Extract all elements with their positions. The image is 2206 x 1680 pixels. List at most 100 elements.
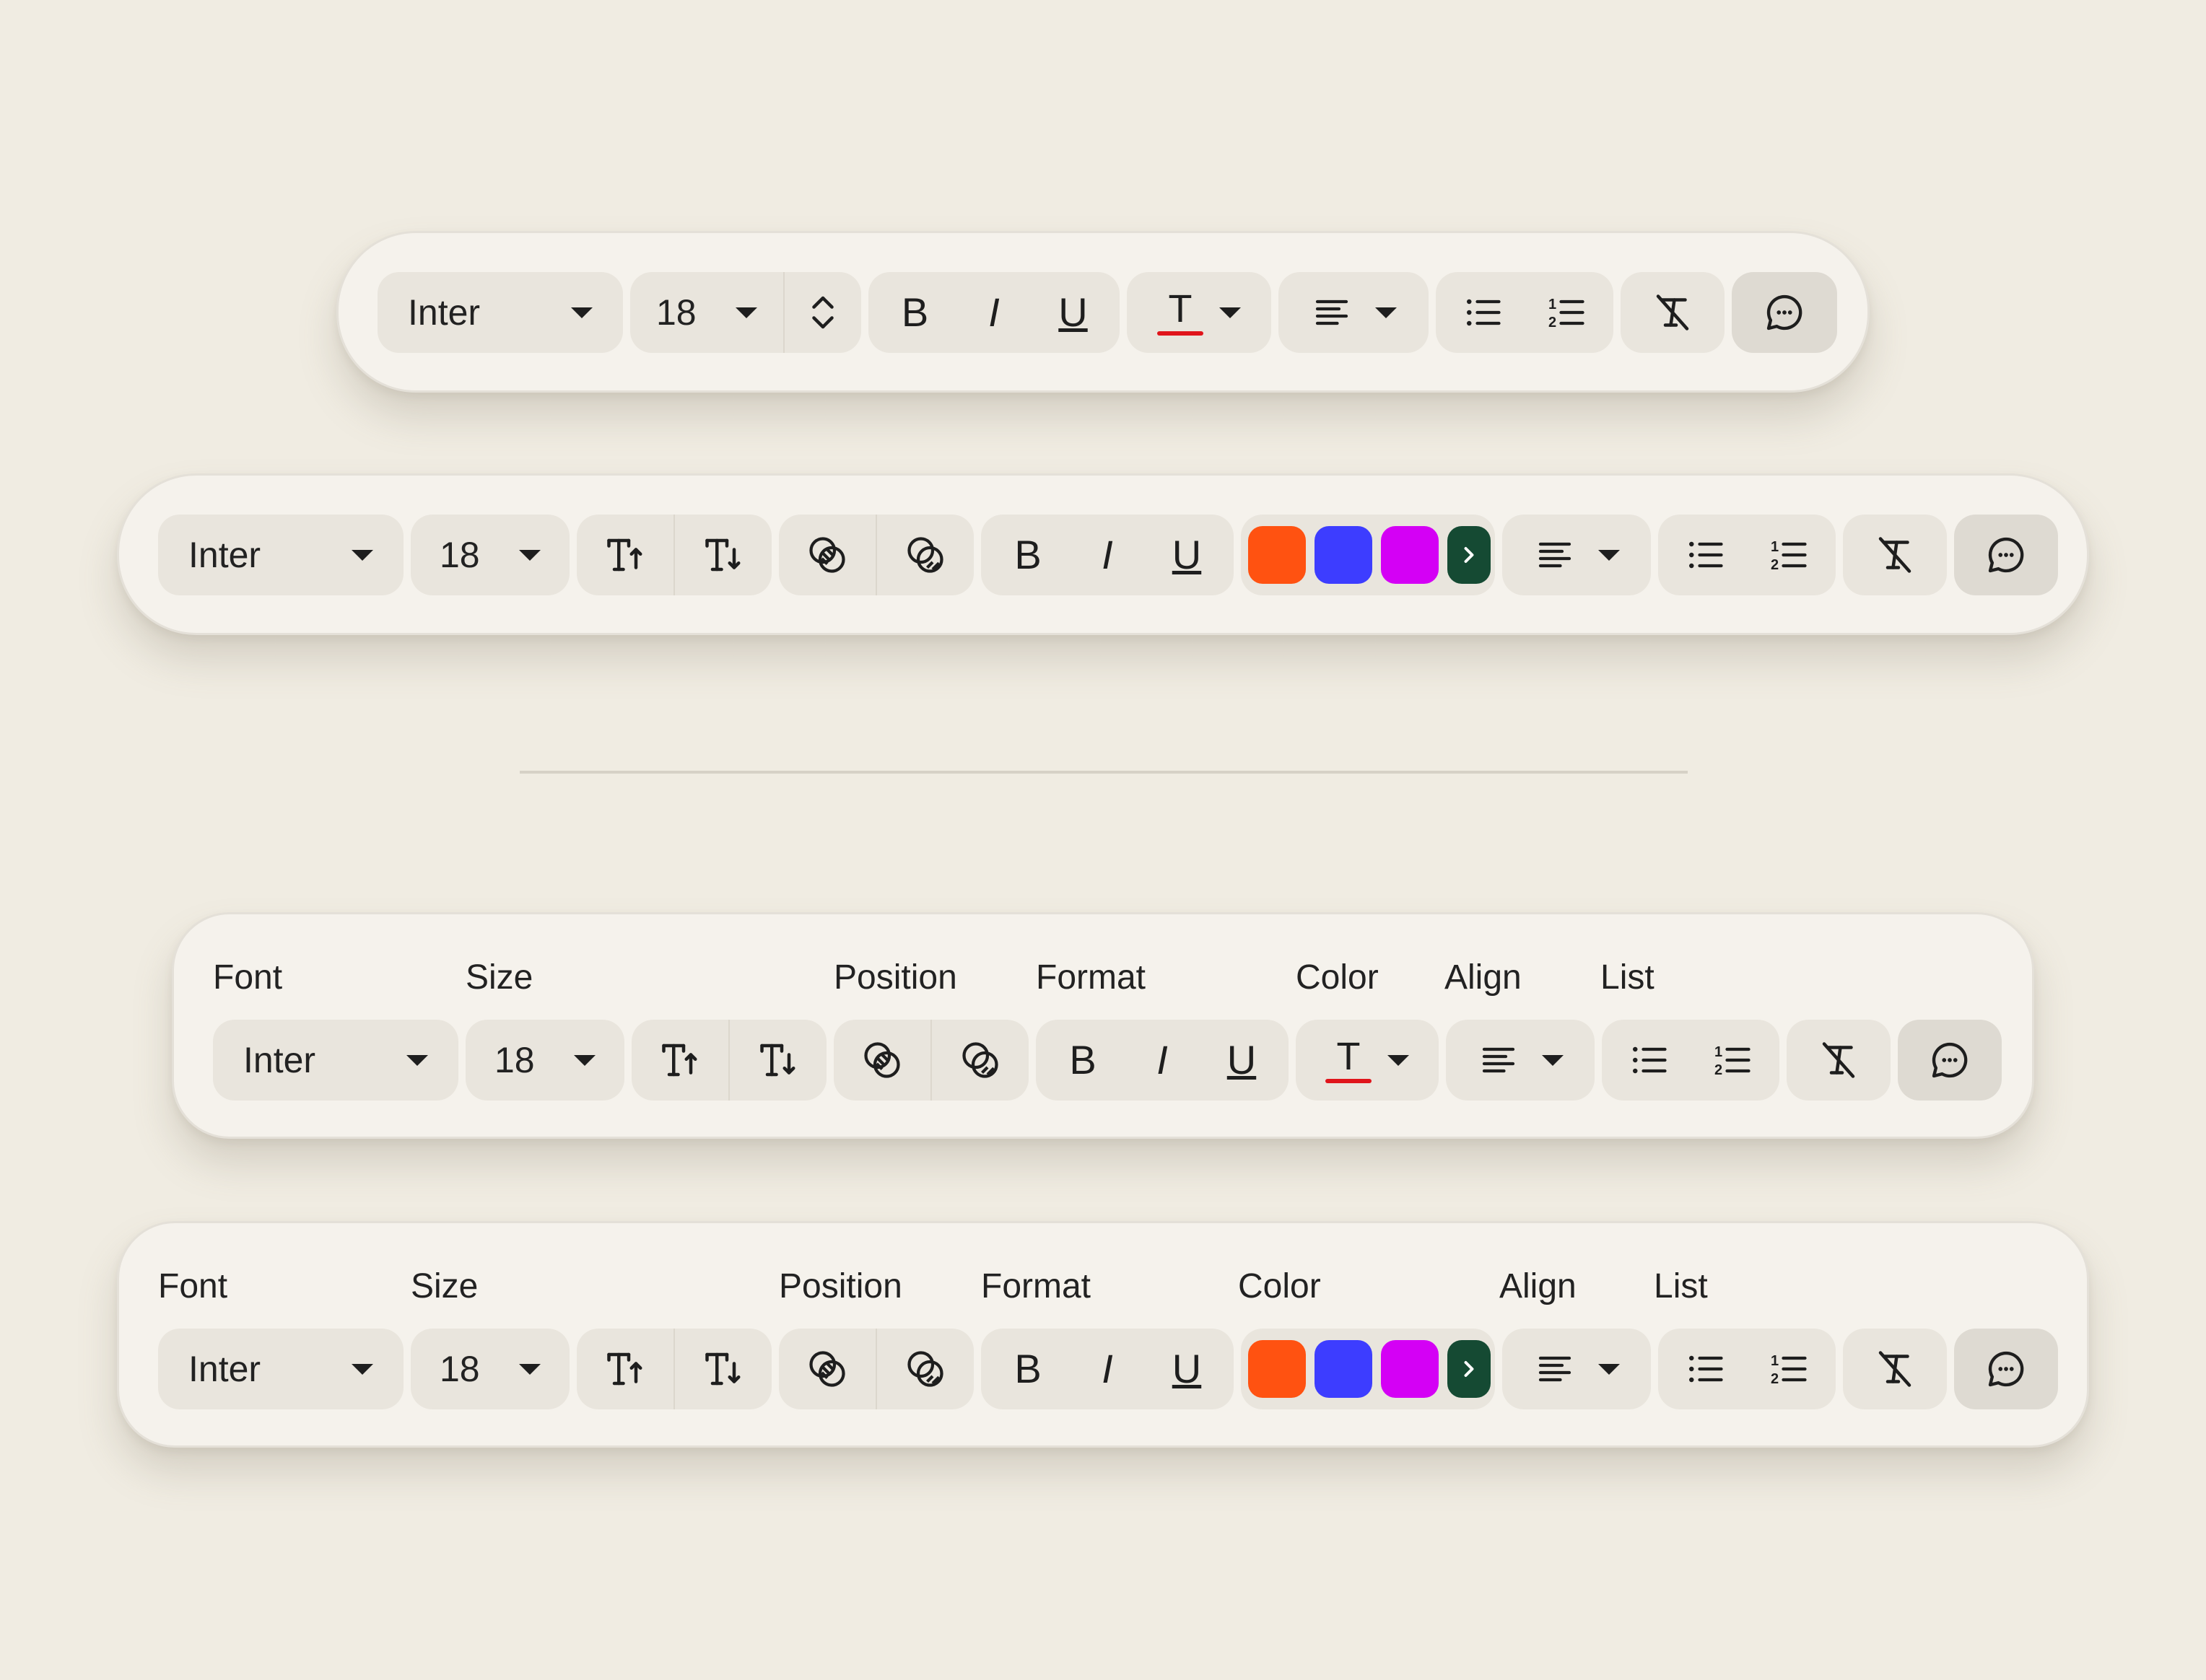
italic-button[interactable]: I: [1075, 1329, 1140, 1409]
comment-button[interactable]: [1954, 515, 2058, 595]
bring-forward-button[interactable]: [779, 515, 876, 595]
send-backward-button[interactable]: [930, 1020, 1029, 1101]
label-color: Color: [1296, 958, 1379, 997]
numbered-list-button[interactable]: [1753, 515, 1825, 595]
font-select[interactable]: Inter: [158, 515, 404, 595]
align-dropdown[interactable]: [1278, 272, 1429, 353]
comment-icon: [1984, 533, 2028, 577]
comment-button[interactable]: [1732, 272, 1837, 353]
label-color: Color: [1238, 1267, 1321, 1305]
italic-button[interactable]: I: [962, 272, 1026, 353]
bullet-list-button[interactable]: [1447, 272, 1519, 353]
more-colors-button[interactable]: [1447, 526, 1491, 584]
clear-format-icon: [1873, 1347, 1917, 1391]
swatch-blue[interactable]: [1315, 526, 1372, 584]
label-list: List: [1600, 958, 1654, 997]
bullet-list-button[interactable]: [1669, 1329, 1741, 1409]
size-select[interactable]: 18: [411, 515, 570, 595]
size-stepper[interactable]: [783, 272, 861, 353]
comment-button[interactable]: [1898, 1020, 2002, 1101]
label-format: Format: [981, 1267, 1091, 1305]
caret-down-icon: [352, 549, 373, 561]
bring-forward-button[interactable]: [834, 1020, 930, 1101]
align-left-icon: [1310, 291, 1353, 334]
send-backward-icon: [904, 1347, 947, 1391]
bullet-list-button[interactable]: [1613, 1020, 1685, 1101]
decrease-size-button[interactable]: [673, 1329, 772, 1409]
bold-button[interactable]: B: [1050, 1020, 1115, 1101]
format-group: B I U: [981, 515, 1234, 595]
size-select[interactable]: 18: [411, 1329, 570, 1409]
send-backward-button[interactable]: [876, 1329, 974, 1409]
swatch-magenta[interactable]: [1381, 1340, 1439, 1398]
comment-button[interactable]: [1954, 1329, 2058, 1409]
bold-button[interactable]: B: [995, 515, 1060, 595]
underline-button[interactable]: U: [1154, 515, 1219, 595]
bullet-list-button[interactable]: [1669, 515, 1741, 595]
swatch-blue[interactable]: [1315, 1340, 1372, 1398]
decrease-size-button[interactable]: [728, 1020, 827, 1101]
send-backward-icon: [904, 533, 947, 577]
font-select[interactable]: Inter: [158, 1329, 404, 1409]
toolbar-labeled-extended: Font Size Position Format Color Align Li…: [117, 1221, 2089, 1448]
list-group: [1658, 1329, 1836, 1409]
underline-button[interactable]: U: [1041, 272, 1106, 353]
swatch-orange[interactable]: [1248, 526, 1306, 584]
numbered-list-button[interactable]: [1696, 1020, 1769, 1101]
font-select-value: Inter: [188, 1349, 261, 1389]
label-size: Size: [411, 1267, 479, 1305]
comment-icon: [1927, 1038, 1972, 1082]
increase-size-button[interactable]: [632, 1020, 728, 1101]
swatch-magenta[interactable]: [1381, 526, 1439, 584]
color-swatch-group: [1241, 1329, 1495, 1409]
align-dropdown[interactable]: [1502, 1329, 1651, 1409]
size-select[interactable]: 18: [630, 272, 783, 353]
text-color-button[interactable]: T: [1296, 1020, 1439, 1101]
font-select[interactable]: Inter: [213, 1020, 458, 1101]
numbered-list-icon: [1767, 1347, 1810, 1391]
toolbar-labeled-compact: Font Size Position Format Color Align Li…: [172, 912, 2034, 1139]
bold-button[interactable]: B: [883, 272, 948, 353]
underline-button[interactable]: U: [1154, 1329, 1219, 1409]
decrease-size-button[interactable]: [673, 515, 772, 595]
size-select[interactable]: 18: [466, 1020, 624, 1101]
numbered-list-button[interactable]: [1753, 1329, 1825, 1409]
align-dropdown[interactable]: [1502, 515, 1651, 595]
chevron-updown-icon: [801, 291, 845, 334]
text-color-underline: [1325, 1079, 1372, 1083]
font-select-value: Inter: [408, 292, 481, 333]
label-list: List: [1654, 1267, 1708, 1305]
position-group: [779, 1329, 974, 1409]
send-backward-button[interactable]: [876, 515, 974, 595]
caret-down-icon: [519, 1363, 541, 1375]
bold-button[interactable]: B: [995, 1329, 1060, 1409]
clear-format-button[interactable]: [1787, 1020, 1891, 1101]
increase-size-icon: [603, 533, 647, 577]
send-backward-icon: [959, 1038, 1002, 1082]
italic-button[interactable]: I: [1075, 515, 1140, 595]
text-color-icon: T: [1325, 1037, 1372, 1083]
size-step-group: [577, 1329, 772, 1409]
size-select-value: 18: [494, 1040, 535, 1080]
clear-format-button[interactable]: [1843, 515, 1947, 595]
more-colors-button[interactable]: [1447, 1340, 1491, 1398]
caret-down-icon: [1542, 1054, 1564, 1066]
label-size: Size: [466, 958, 533, 997]
increase-size-button[interactable]: [577, 1329, 673, 1409]
numbered-list-button[interactable]: [1530, 272, 1603, 353]
underline-button[interactable]: U: [1209, 1020, 1274, 1101]
format-group: B I U: [981, 1329, 1234, 1409]
increase-size-button[interactable]: [577, 515, 673, 595]
label-font: Font: [158, 1267, 228, 1305]
size-select-value: 18: [440, 535, 480, 575]
caret-down-icon: [571, 307, 593, 318]
clear-format-button[interactable]: [1621, 272, 1725, 353]
clear-format-button[interactable]: [1843, 1329, 1947, 1409]
align-dropdown[interactable]: [1446, 1020, 1595, 1101]
format-group: B I U: [1036, 1020, 1289, 1101]
text-color-button[interactable]: T: [1127, 272, 1271, 353]
italic-button[interactable]: I: [1130, 1020, 1195, 1101]
bring-forward-button[interactable]: [779, 1329, 876, 1409]
font-select[interactable]: Inter: [378, 272, 623, 353]
swatch-orange[interactable]: [1248, 1340, 1306, 1398]
